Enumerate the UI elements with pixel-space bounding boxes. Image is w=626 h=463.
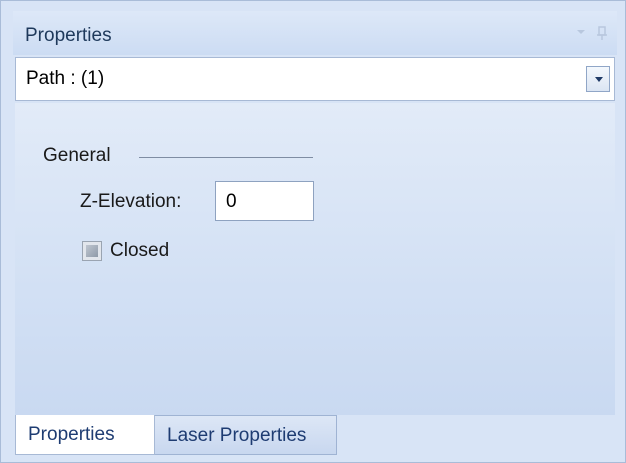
z-elevation-input[interactable]: 0 xyxy=(215,181,314,221)
panel-titlebar: Properties xyxy=(13,11,617,55)
tab-laser-properties-label: Laser Properties xyxy=(167,425,307,446)
tab-laser-properties[interactable]: Laser Properties xyxy=(155,415,337,455)
z-elevation-value: 0 xyxy=(226,191,237,212)
closed-label: Closed xyxy=(110,240,170,261)
tab-properties-label: Properties xyxy=(28,424,115,445)
object-selector[interactable]: Path : (1) xyxy=(15,57,615,101)
z-elevation-label: Z-Elevation: xyxy=(80,191,182,212)
chevron-down-icon xyxy=(595,77,603,82)
checkbox-fill xyxy=(86,245,98,257)
titlebar-icons xyxy=(575,26,607,40)
object-selector-dropdown-button[interactable] xyxy=(586,66,610,92)
bottom-tabs: Properties Laser Properties xyxy=(15,415,337,455)
object-selector-value: Path : (1) xyxy=(26,68,105,89)
dropdown-arrow-icon[interactable] xyxy=(575,26,587,40)
properties-panel: Properties Path : (1) General Z-Elevatio… xyxy=(0,0,626,463)
general-group-label: General xyxy=(43,145,111,166)
pin-icon[interactable] xyxy=(597,26,607,40)
closed-checkbox[interactable] xyxy=(82,241,102,261)
tab-properties[interactable]: Properties xyxy=(15,415,155,455)
panel-title: Properties xyxy=(25,25,112,46)
group-divider xyxy=(139,157,313,158)
properties-content: General Z-Elevation: 0 Closed xyxy=(15,103,615,415)
